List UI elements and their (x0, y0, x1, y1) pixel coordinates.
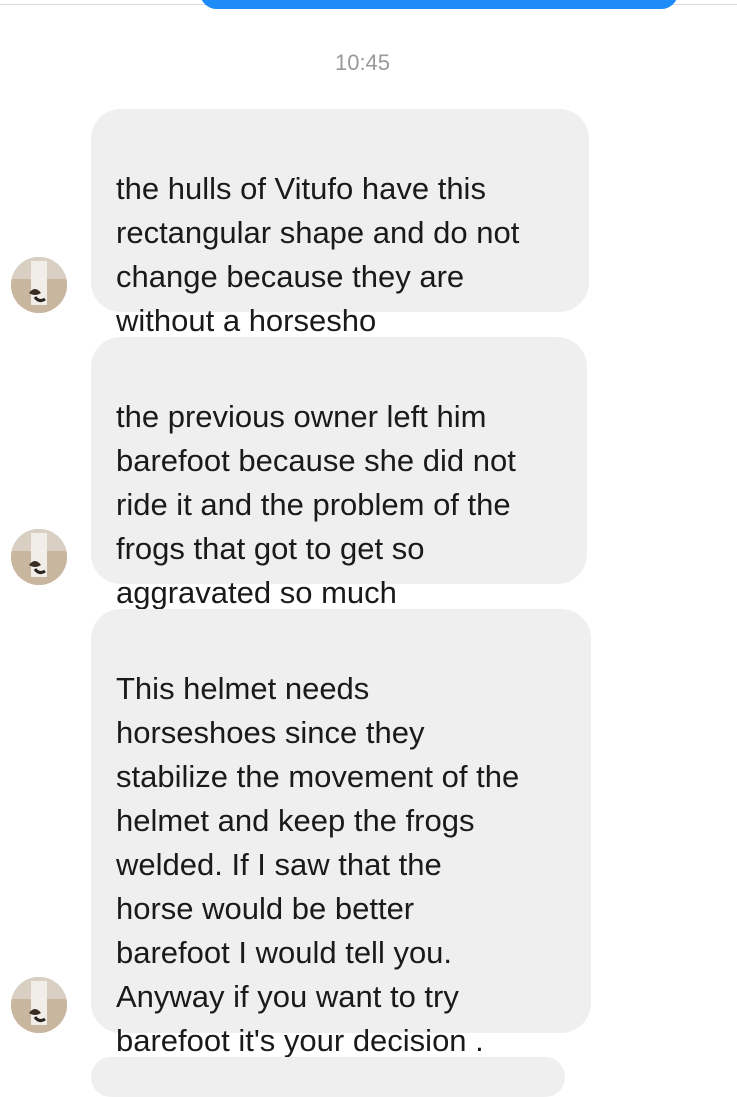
contact-avatar-icon[interactable] (11, 257, 67, 313)
message-timestamp: 10:45 (334, 50, 391, 75)
message-text: the previous owner left him barefoot bec… (116, 399, 516, 610)
incoming-message-bubble[interactable] (91, 1057, 565, 1097)
message-text: the hulls of Vitufo have this rectangula… (116, 171, 520, 338)
incoming-message-bubble[interactable]: This helmet needs horseshoes since they … (91, 609, 591, 1058)
message-text: This helmet needs horseshoes since they … (116, 671, 520, 1058)
outgoing-message-bubble[interactable] (200, 0, 678, 9)
incoming-message-bubble[interactable]: the hulls of Vitufo have this rectangula… (91, 109, 589, 338)
incoming-message-bubble[interactable]: the previous owner left him barefoot bec… (91, 337, 587, 610)
contact-avatar-icon[interactable] (11, 529, 67, 585)
contact-avatar-icon[interactable] (11, 977, 67, 1033)
